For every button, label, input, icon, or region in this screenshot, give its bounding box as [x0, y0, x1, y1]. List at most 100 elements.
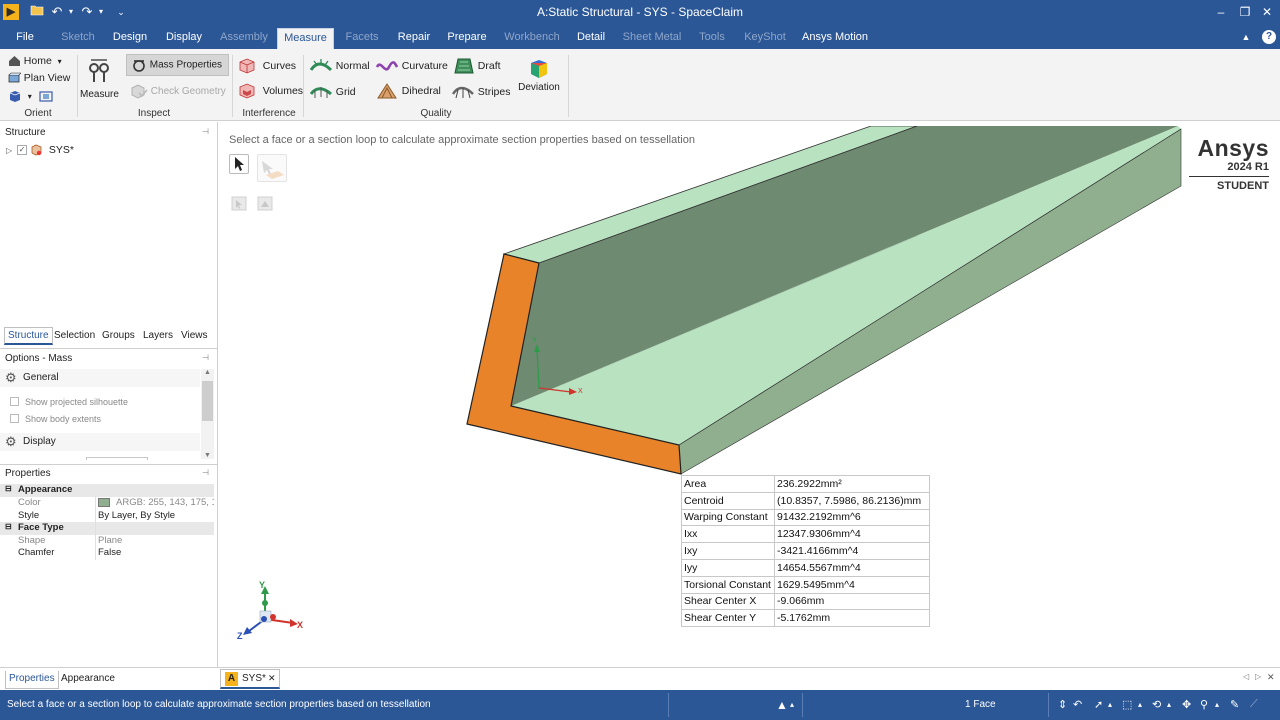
- undo-selection-icon[interactable]: ↶: [1073, 698, 1082, 711]
- view-cube-button[interactable]: ▾: [8, 90, 55, 103]
- show-silhouette-label: Show projected silhouette: [25, 397, 129, 407]
- line-tool-icon[interactable]: ⟋: [1250, 698, 1258, 711]
- tab-ansys-motion[interactable]: Ansys Motion: [800, 29, 870, 49]
- tab-prepare[interactable]: Prepare: [445, 29, 489, 49]
- property-row-color[interactable]: Color ARGB: 255, 143, 175, 1: [0, 497, 214, 510]
- property-row-shape[interactable]: Shape Plane: [0, 535, 214, 548]
- appearance-group-header[interactable]: ⊟ Appearance: [0, 484, 214, 497]
- home-dropdown-icon: ▾: [57, 57, 62, 66]
- tab-sheet-metal[interactable]: Sheet Metal: [622, 29, 682, 49]
- show-extents-checkbox[interactable]: [10, 414, 19, 423]
- tab-close-all-icon[interactable]: ✕: [1267, 672, 1275, 683]
- collapse-ribbon-icon[interactable]: ▲: [1238, 29, 1254, 49]
- close-tab-icon[interactable]: ✕: [268, 673, 276, 684]
- tab-assembly[interactable]: Assembly: [218, 29, 270, 49]
- triad-x-label: X: [297, 620, 304, 630]
- structure-tree-item[interactable]: ▷ ✓ SYS*: [6, 144, 74, 158]
- panel-tab-selection[interactable]: Selection: [54, 330, 95, 341]
- measure-tool-button[interactable]: Measure: [80, 58, 119, 100]
- zoom-extents-icon[interactable]: [38, 90, 55, 103]
- dihedral-button[interactable]: Dihedral: [376, 82, 441, 100]
- pan-icon[interactable]: ✥: [1182, 698, 1191, 711]
- tab-tools[interactable]: Tools: [694, 29, 730, 49]
- pin-icon[interactable]: ⊣: [202, 127, 209, 136]
- select-mode-dropdown-icon[interactable]: ▴: [1108, 700, 1112, 709]
- property-row-style[interactable]: Style By Layer, By Style: [0, 510, 214, 523]
- plan-view-icon: [8, 73, 21, 83]
- visibility-checkbox[interactable]: ✓: [17, 145, 28, 156]
- show-silhouette-checkbox[interactable]: [10, 397, 19, 406]
- mass-properties-button[interactable]: Mass Properties: [126, 54, 229, 76]
- status-dropdown-icon[interactable]: ▴: [790, 700, 794, 709]
- expand-arrow-icon[interactable]: ▷: [6, 146, 12, 155]
- scroll-up-icon[interactable]: ▲: [201, 369, 214, 376]
- tab-scroll-right-icon[interactable]: ▷: [1255, 672, 1261, 681]
- panel-tab-properties[interactable]: Properties: [5, 671, 59, 689]
- axis-triad[interactable]: [231, 581, 311, 643]
- minimize-button[interactable]: –: [1209, 2, 1233, 22]
- table-row: Shear Center Y -5.1762mm: [681, 609, 930, 628]
- color-swatch[interactable]: [98, 498, 110, 507]
- tab-facets[interactable]: Facets: [342, 29, 382, 49]
- panel-tab-structure[interactable]: Structure: [4, 327, 53, 345]
- stripes-button[interactable]: Stripes: [452, 84, 510, 100]
- box-select-dropdown-icon[interactable]: ▴: [1138, 700, 1142, 709]
- close-button[interactable]: ✕: [1255, 2, 1279, 22]
- tab-repair[interactable]: Repair: [394, 29, 434, 49]
- panel-tab-appearance[interactable]: Appearance: [61, 673, 115, 684]
- volumes-button[interactable]: Volumes: [238, 83, 303, 99]
- tab-scroll-left-icon[interactable]: ◁: [1243, 672, 1249, 681]
- scrollbar-thumb[interactable]: [202, 381, 213, 421]
- collapse-icon[interactable]: ⊟: [5, 522, 12, 531]
- collapse-icon[interactable]: ⊟: [5, 484, 12, 493]
- tab-design[interactable]: Design: [110, 29, 150, 49]
- check-geometry-button[interactable]: Check Geometry: [130, 84, 226, 99]
- plan-view-button[interactable]: Plan View: [8, 72, 70, 84]
- select-mode-icon[interactable]: ➚: [1094, 698, 1103, 711]
- options-scrollbar[interactable]: ▲ ▼: [201, 369, 214, 459]
- draft-button[interactable]: Draft: [454, 57, 501, 75]
- restore-button[interactable]: ❐: [1233, 2, 1257, 22]
- tab-file[interactable]: File: [8, 29, 42, 49]
- graphics-viewport[interactable]: Select a face or a section loop to calcu…: [221, 126, 1277, 666]
- help-icon[interactable]: ?: [1262, 30, 1276, 44]
- panel-tab-layers[interactable]: Layers: [143, 330, 173, 341]
- curvature-button[interactable]: Curvature: [376, 58, 448, 74]
- scroll-down-icon[interactable]: ▼: [201, 452, 214, 459]
- sketch-pencil-icon[interactable]: ✎: [1230, 698, 1239, 711]
- zoom-dropdown-icon[interactable]: ▴: [1215, 700, 1219, 709]
- options-general-header[interactable]: ⚙ General: [0, 369, 200, 387]
- property-row-chamfer[interactable]: Chamfer False: [0, 547, 214, 560]
- normal-button[interactable]: Normal: [310, 58, 370, 74]
- panel-tab-views[interactable]: Views: [181, 330, 208, 341]
- selection-arrows-icon[interactable]: ⇕: [1058, 698, 1067, 711]
- pin-icon[interactable]: ⊣: [202, 353, 209, 362]
- quality-group-label: Quality: [420, 108, 452, 119]
- pin-icon[interactable]: ⊣: [202, 468, 209, 477]
- check-geometry-label: Check Geometry: [150, 86, 226, 98]
- grid-button[interactable]: Grid: [310, 84, 356, 100]
- brand-divider: [1189, 176, 1269, 177]
- curvature-label: Curvature: [401, 59, 448, 72]
- deviation-button[interactable]: Deviation: [518, 59, 560, 93]
- tab-sketch[interactable]: Sketch: [58, 29, 98, 49]
- face-type-group-header[interactable]: ⊟ Face Type: [0, 522, 214, 535]
- box-select-icon[interactable]: ⬚: [1122, 698, 1132, 711]
- tab-display[interactable]: Display: [162, 29, 206, 49]
- status-up-icon[interactable]: ▲: [776, 698, 788, 712]
- zoom-icon[interactable]: ⚲: [1200, 698, 1208, 711]
- tab-measure[interactable]: Measure: [277, 28, 334, 49]
- rotate-dropdown-icon[interactable]: ▴: [1167, 700, 1171, 709]
- panel-tab-groups[interactable]: Groups: [102, 330, 135, 341]
- tab-keyshot[interactable]: KeyShot: [742, 29, 788, 49]
- mass-properties-icon: [133, 60, 145, 72]
- tab-detail[interactable]: Detail: [573, 29, 609, 49]
- tab-workbench[interactable]: Workbench: [503, 29, 561, 49]
- design-component-icon: [31, 144, 42, 156]
- document-tab[interactable]: A SYS* ✕: [220, 669, 280, 689]
- rotate-icon[interactable]: ⟲: [1152, 698, 1161, 711]
- options-display-header[interactable]: ⚙ Display: [0, 433, 200, 451]
- home-button[interactable]: Home ▾: [8, 55, 62, 67]
- curves-button[interactable]: Curves: [238, 58, 296, 74]
- color-value: ARGB: 255, 143, 175, 1: [116, 497, 214, 508]
